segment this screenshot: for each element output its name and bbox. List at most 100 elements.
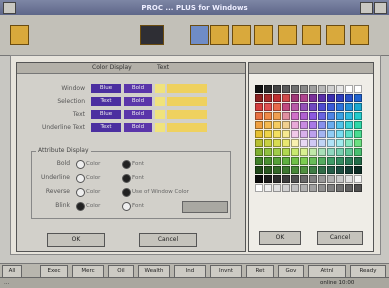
color-swatch[interactable] [273,94,281,102]
color-swatch[interactable] [345,166,353,174]
open-folder-icon[interactable] [10,25,29,45]
bg-color-box[interactable]: Bold [124,84,152,93]
color-swatch[interactable] [273,121,281,129]
color-swatch[interactable] [354,184,362,192]
color-swatch[interactable] [336,121,344,129]
color-swatch[interactable] [291,130,299,138]
color-swatch[interactable] [327,130,335,138]
color-swatch[interactable] [318,184,326,192]
tool-icon[interactable] [326,25,345,45]
color-swatch[interactable] [354,121,362,129]
color-swatch[interactable] [273,112,281,120]
color-radio[interactable] [76,202,85,211]
color-swatch[interactable] [291,157,299,165]
color-swatch[interactable] [255,148,263,156]
color-swatch[interactable] [300,139,308,147]
tool-icon[interactable] [140,25,164,45]
color-swatch[interactable] [336,148,344,156]
color-swatch[interactable] [345,112,353,120]
color-swatch[interactable] [318,148,326,156]
color-swatch[interactable] [300,85,308,93]
palette-cancel-button[interactable]: Cancel [317,231,363,245]
color-swatch[interactable] [300,184,308,192]
color-swatch[interactable] [264,139,272,147]
color-swatch[interactable] [318,157,326,165]
color-swatch[interactable] [282,130,290,138]
color-swatch[interactable] [264,103,272,111]
color-swatch[interactable] [282,112,290,120]
color-swatch[interactable] [354,148,362,156]
bg-color-box[interactable]: Bold [124,110,152,119]
tool-icon[interactable] [210,25,229,45]
color-swatch[interactable] [345,175,353,183]
color-swatch[interactable] [345,85,353,93]
bg-color-box[interactable]: Bold [124,97,152,106]
color-swatch[interactable] [345,103,353,111]
color-swatch[interactable] [336,184,344,192]
fg-color-box[interactable]: Blue [91,110,121,119]
color-swatch[interactable] [255,103,263,111]
color-swatch[interactable] [327,166,335,174]
color-marker[interactable] [155,123,165,132]
color-swatch[interactable] [318,94,326,102]
color-marker[interactable] [155,84,165,93]
color-swatch[interactable] [282,148,290,156]
color-swatch[interactable] [264,112,272,120]
font-radio[interactable] [122,160,131,169]
color-swatch[interactable] [327,139,335,147]
color-swatch[interactable] [336,112,344,120]
color-swatch[interactable] [309,157,317,165]
color-swatch[interactable] [282,166,290,174]
color-swatch[interactable] [354,166,362,174]
color-swatch[interactable] [345,184,353,192]
window-color-radio[interactable] [122,188,131,197]
color-swatch[interactable] [354,103,362,111]
color-swatch[interactable] [327,184,335,192]
color-swatch[interactable] [264,166,272,174]
color-swatch[interactable] [273,184,281,192]
tool-icon[interactable] [278,25,297,45]
color-swatch[interactable] [300,103,308,111]
color-swatch[interactable] [327,157,335,165]
color-swatch[interactable] [327,103,335,111]
color-swatch[interactable] [291,103,299,111]
color-swatch[interactable] [291,184,299,192]
color-swatch[interactable] [291,139,299,147]
color-swatch[interactable] [309,148,317,156]
color-swatch[interactable] [255,175,263,183]
color-swatch[interactable] [318,139,326,147]
color-swatch[interactable] [255,184,263,192]
color-swatch[interactable] [327,148,335,156]
font-radio[interactable] [122,202,131,211]
color-swatch[interactable] [282,175,290,183]
color-swatch[interactable] [336,157,344,165]
tool-icon[interactable] [302,25,321,45]
color-swatch[interactable] [255,94,263,102]
color-swatch[interactable] [318,121,326,129]
color-swatch[interactable] [309,175,317,183]
color-swatch[interactable] [345,157,353,165]
color-swatch[interactable] [354,157,362,165]
color-swatch[interactable] [273,103,281,111]
maximize-button[interactable] [374,2,387,14]
color-swatch[interactable] [309,184,317,192]
color-swatch[interactable] [255,166,263,174]
color-swatch[interactable] [255,139,263,147]
color-radio[interactable] [76,174,85,183]
color-swatch[interactable] [300,157,308,165]
color-swatch[interactable] [300,121,308,129]
color-swatch[interactable] [327,121,335,129]
color-swatch[interactable] [255,121,263,129]
color-swatch[interactable] [345,121,353,129]
color-swatch[interactable] [282,85,290,93]
color-swatch[interactable] [300,175,308,183]
color-swatch[interactable] [309,130,317,138]
color-swatch[interactable] [318,103,326,111]
color-swatch[interactable] [264,121,272,129]
color-swatch[interactable] [354,139,362,147]
color-swatch[interactable] [354,85,362,93]
color-swatch[interactable] [309,112,317,120]
color-swatch[interactable] [291,94,299,102]
color-swatch[interactable] [282,121,290,129]
color-swatch[interactable] [336,94,344,102]
